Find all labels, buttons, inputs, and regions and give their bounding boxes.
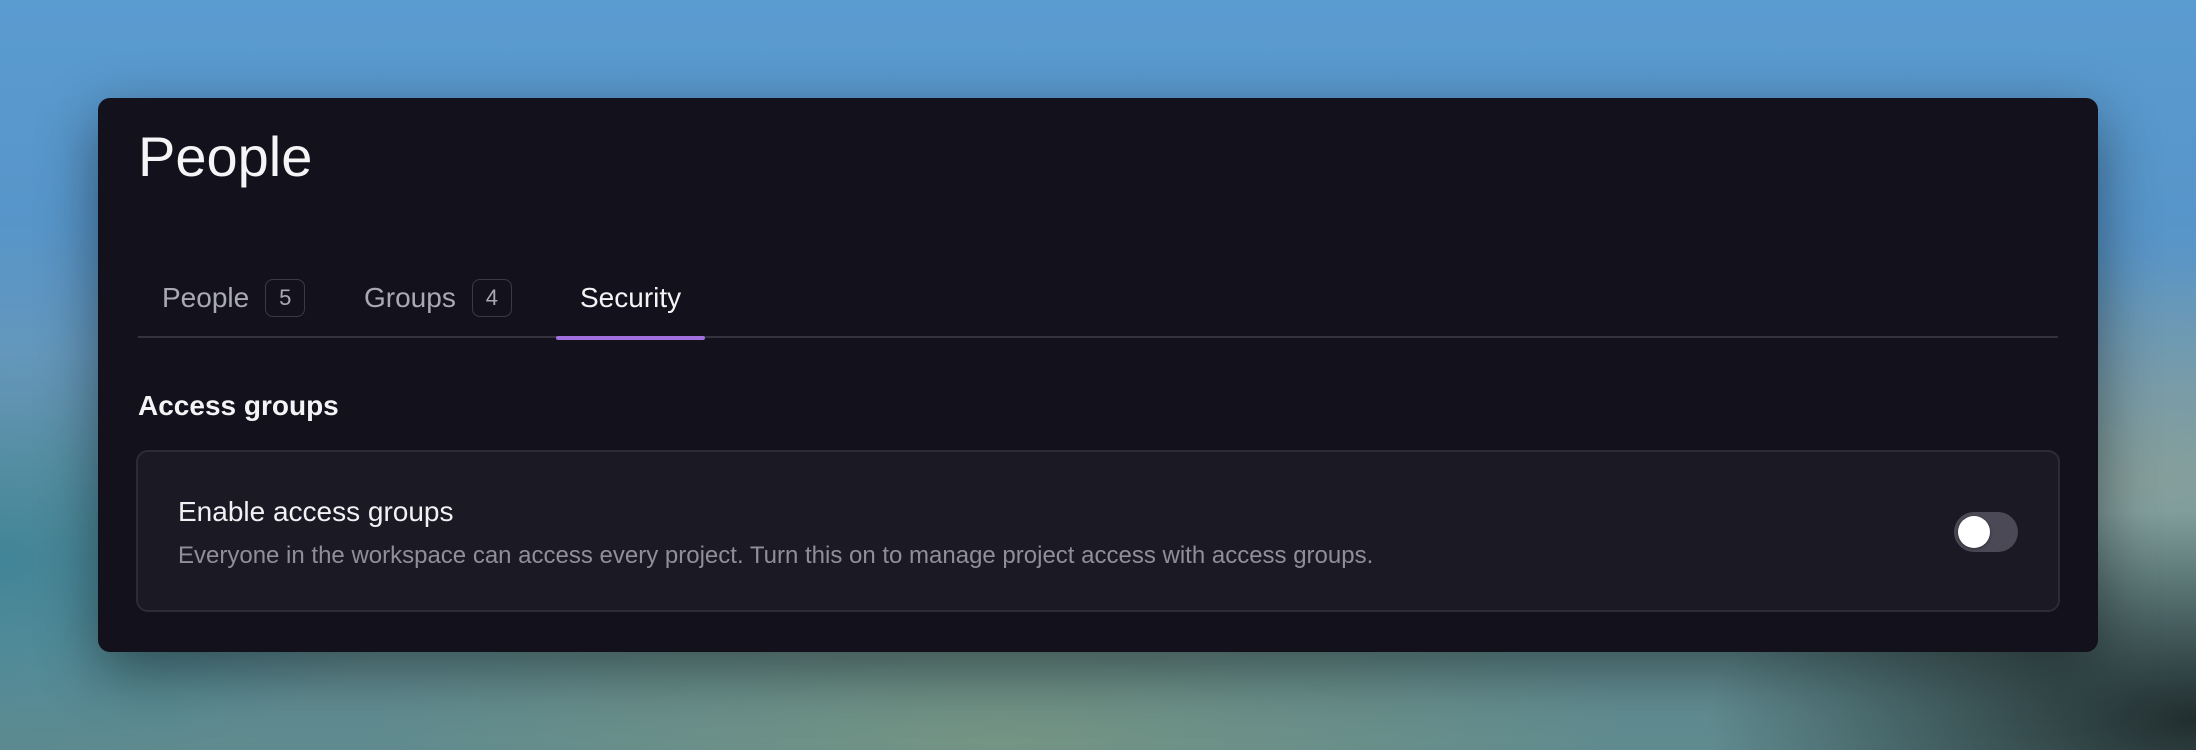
tab-label: People (162, 282, 250, 313)
page-title: People (138, 125, 313, 188)
section-title: Access groups (138, 390, 339, 421)
people-settings-panel: People People 5 Groups 4 Security Access… (98, 98, 2098, 652)
access-groups-toggle[interactable] (1954, 512, 2018, 552)
tab-bar: People 5 Groups 4 Security (138, 258, 2058, 340)
tab-label: Groups (364, 282, 456, 313)
tab-security[interactable]: Security (556, 258, 706, 340)
tab-groups[interactable]: Groups 4 (340, 258, 536, 338)
active-tab-indicator (556, 336, 706, 340)
setting-description: Everyone in the workspace can access eve… (178, 542, 1374, 569)
tab-people[interactable]: People 5 (138, 258, 329, 338)
access-groups-setting-card: Enable access groups Everyone in the wor… (136, 450, 2060, 612)
tab-count-badge: 5 (265, 279, 306, 317)
tab-count-badge: 4 (471, 279, 512, 317)
tab-label: Security (580, 282, 682, 313)
toggle-knob (1958, 516, 1990, 548)
setting-title: Enable access groups (178, 496, 454, 527)
